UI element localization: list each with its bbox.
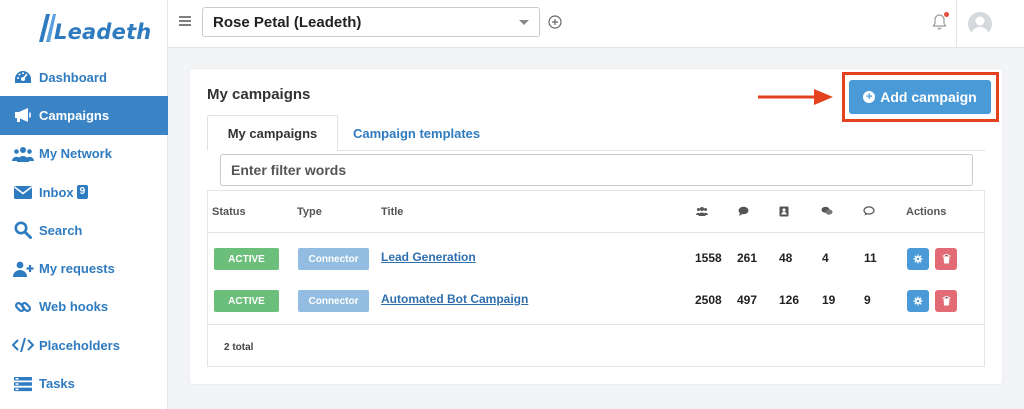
sidebar-item-inbox[interactable]: Inbox 9: [0, 173, 168, 211]
column-title[interactable]: Title: [381, 206, 403, 218]
stat-replies: 19: [822, 293, 836, 307]
search-icon: [12, 221, 34, 240]
hamburger-menu-icon[interactable]: [178, 14, 192, 28]
total-count: 2 total: [224, 342, 254, 353]
campaigns-table: Status Type Title Actions ACTIVE Connect…: [207, 190, 985, 367]
sidebar-item-placeholders[interactable]: Placeholders: [0, 326, 168, 364]
megaphone-icon: [12, 106, 34, 124]
tab-label: My campaigns: [227, 125, 318, 141]
account-select[interactable]: Rose Petal (Leadeth): [202, 7, 540, 37]
filter-placeholder: Enter filter words: [231, 162, 347, 178]
notification-dot: [944, 12, 949, 17]
users-icon: [12, 145, 34, 163]
settings-button[interactable]: [907, 248, 929, 270]
sidebar-item-label: Tasks: [39, 376, 75, 392]
delete-button[interactable]: [935, 248, 957, 270]
sidebar-item-dashboard[interactable]: Dashboard: [0, 58, 168, 96]
campaigns-card: My campaigns + Add campaign My campaigns…: [190, 69, 1002, 384]
table-footer: 2 total: [208, 324, 984, 366]
sidebar-item-label: My Network: [39, 146, 112, 162]
stat-connections: 1558: [695, 251, 722, 265]
column-status[interactable]: Status: [212, 206, 246, 218]
table-row: ACTIVE Connector Automated Bot Campaign …: [208, 279, 984, 321]
add-account-icon[interactable]: [548, 15, 562, 34]
sidebar-nav: Dashboard Campaigns My Network Inbox 9 S…: [0, 58, 168, 403]
sidebar-item-my-network[interactable]: My Network: [0, 135, 168, 173]
sidebar: Leadeth Dashboard Campaigns My Network I…: [0, 0, 168, 409]
tab-label: Campaign templates: [353, 125, 481, 141]
inbox-count-badge: 9: [76, 185, 89, 200]
plus-circle-icon: +: [863, 91, 876, 103]
tab-campaign-templates[interactable]: Campaign templates: [353, 115, 480, 151]
sidebar-item-search[interactable]: Search: [0, 211, 168, 249]
logo-text: Leadeth: [54, 20, 152, 44]
comments-icon[interactable]: [821, 206, 833, 219]
page-title: My campaigns: [207, 86, 311, 103]
type-badge: Connector: [298, 290, 369, 312]
gear-icon: [913, 254, 923, 264]
stat-messages: 497: [737, 293, 758, 307]
sidebar-item-my-requests[interactable]: My requests: [0, 249, 168, 287]
sidebar-item-label: Dashboard: [39, 69, 107, 85]
code-icon: [12, 336, 34, 354]
status-badge: ACTIVE: [214, 290, 279, 312]
stat-contacts: 48: [779, 251, 793, 265]
stat-connections: 2508: [695, 293, 722, 307]
link-icon: [12, 298, 34, 316]
stat-conversations: 9: [864, 293, 871, 307]
add-campaign-button[interactable]: + Add campaign: [849, 80, 991, 114]
sidebar-item-tasks[interactable]: Tasks: [0, 364, 168, 402]
envelope-icon: [12, 183, 34, 201]
tab-my-campaigns[interactable]: My campaigns: [207, 115, 338, 151]
tachometer-icon: [12, 68, 34, 86]
top-header: Rose Petal (Leadeth): [168, 0, 1024, 48]
campaign-tabs: My campaigns Campaign templates: [207, 115, 985, 151]
table-row: ACTIVE Connector Lead Generation 1558 26…: [208, 237, 984, 279]
column-type[interactable]: Type: [297, 206, 322, 218]
table-header: Status Type Title Actions: [208, 191, 984, 233]
sidebar-item-campaigns[interactable]: Campaigns: [0, 96, 168, 135]
campaign-title-link[interactable]: Lead Generation: [381, 250, 476, 264]
type-badge: Connector: [298, 248, 369, 270]
header-divider: [956, 0, 957, 48]
settings-button[interactable]: [907, 290, 929, 312]
address-book-icon[interactable]: [779, 206, 789, 220]
filter-input[interactable]: Enter filter words: [220, 154, 973, 186]
stat-contacts: 126: [779, 293, 800, 307]
leadeth-logo[interactable]: Leadeth: [34, 8, 151, 44]
stat-messages: 261: [737, 251, 758, 265]
add-campaign-label: Add campaign: [880, 89, 977, 105]
delete-button[interactable]: [935, 290, 957, 312]
account-select-value: Rose Petal (Leadeth): [213, 13, 362, 31]
sidebar-item-label: Campaigns: [39, 107, 110, 123]
campaign-title-link[interactable]: Automated Bot Campaign: [381, 292, 528, 306]
sidebar-item-label: Inbox: [39, 184, 74, 200]
comment-dots-icon[interactable]: [863, 206, 875, 219]
comment-icon[interactable]: [738, 206, 749, 219]
chevron-down-icon: [519, 20, 529, 25]
sidebar-item-label: Web hooks: [39, 299, 109, 315]
trash-icon: [942, 254, 950, 264]
tasks-icon: [12, 375, 34, 393]
sidebar-item-label: Placeholders: [39, 337, 120, 353]
logo-mark-icon: [39, 14, 56, 42]
stat-conversations: 11: [864, 251, 877, 265]
column-actions: Actions: [906, 206, 947, 218]
stat-replies: 4: [822, 251, 829, 265]
trash-icon: [942, 296, 950, 306]
sidebar-item-web-hooks[interactable]: Web hooks: [0, 288, 168, 326]
user-plus-icon: [12, 260, 34, 278]
arrow-right-icon: [758, 87, 834, 112]
user-avatar[interactable]: [968, 12, 992, 36]
sidebar-item-label: Search: [39, 222, 83, 238]
gear-icon: [913, 296, 923, 306]
users-icon[interactable]: [696, 206, 708, 219]
sidebar-item-label: My requests: [39, 261, 115, 277]
status-badge: ACTIVE: [214, 248, 279, 270]
